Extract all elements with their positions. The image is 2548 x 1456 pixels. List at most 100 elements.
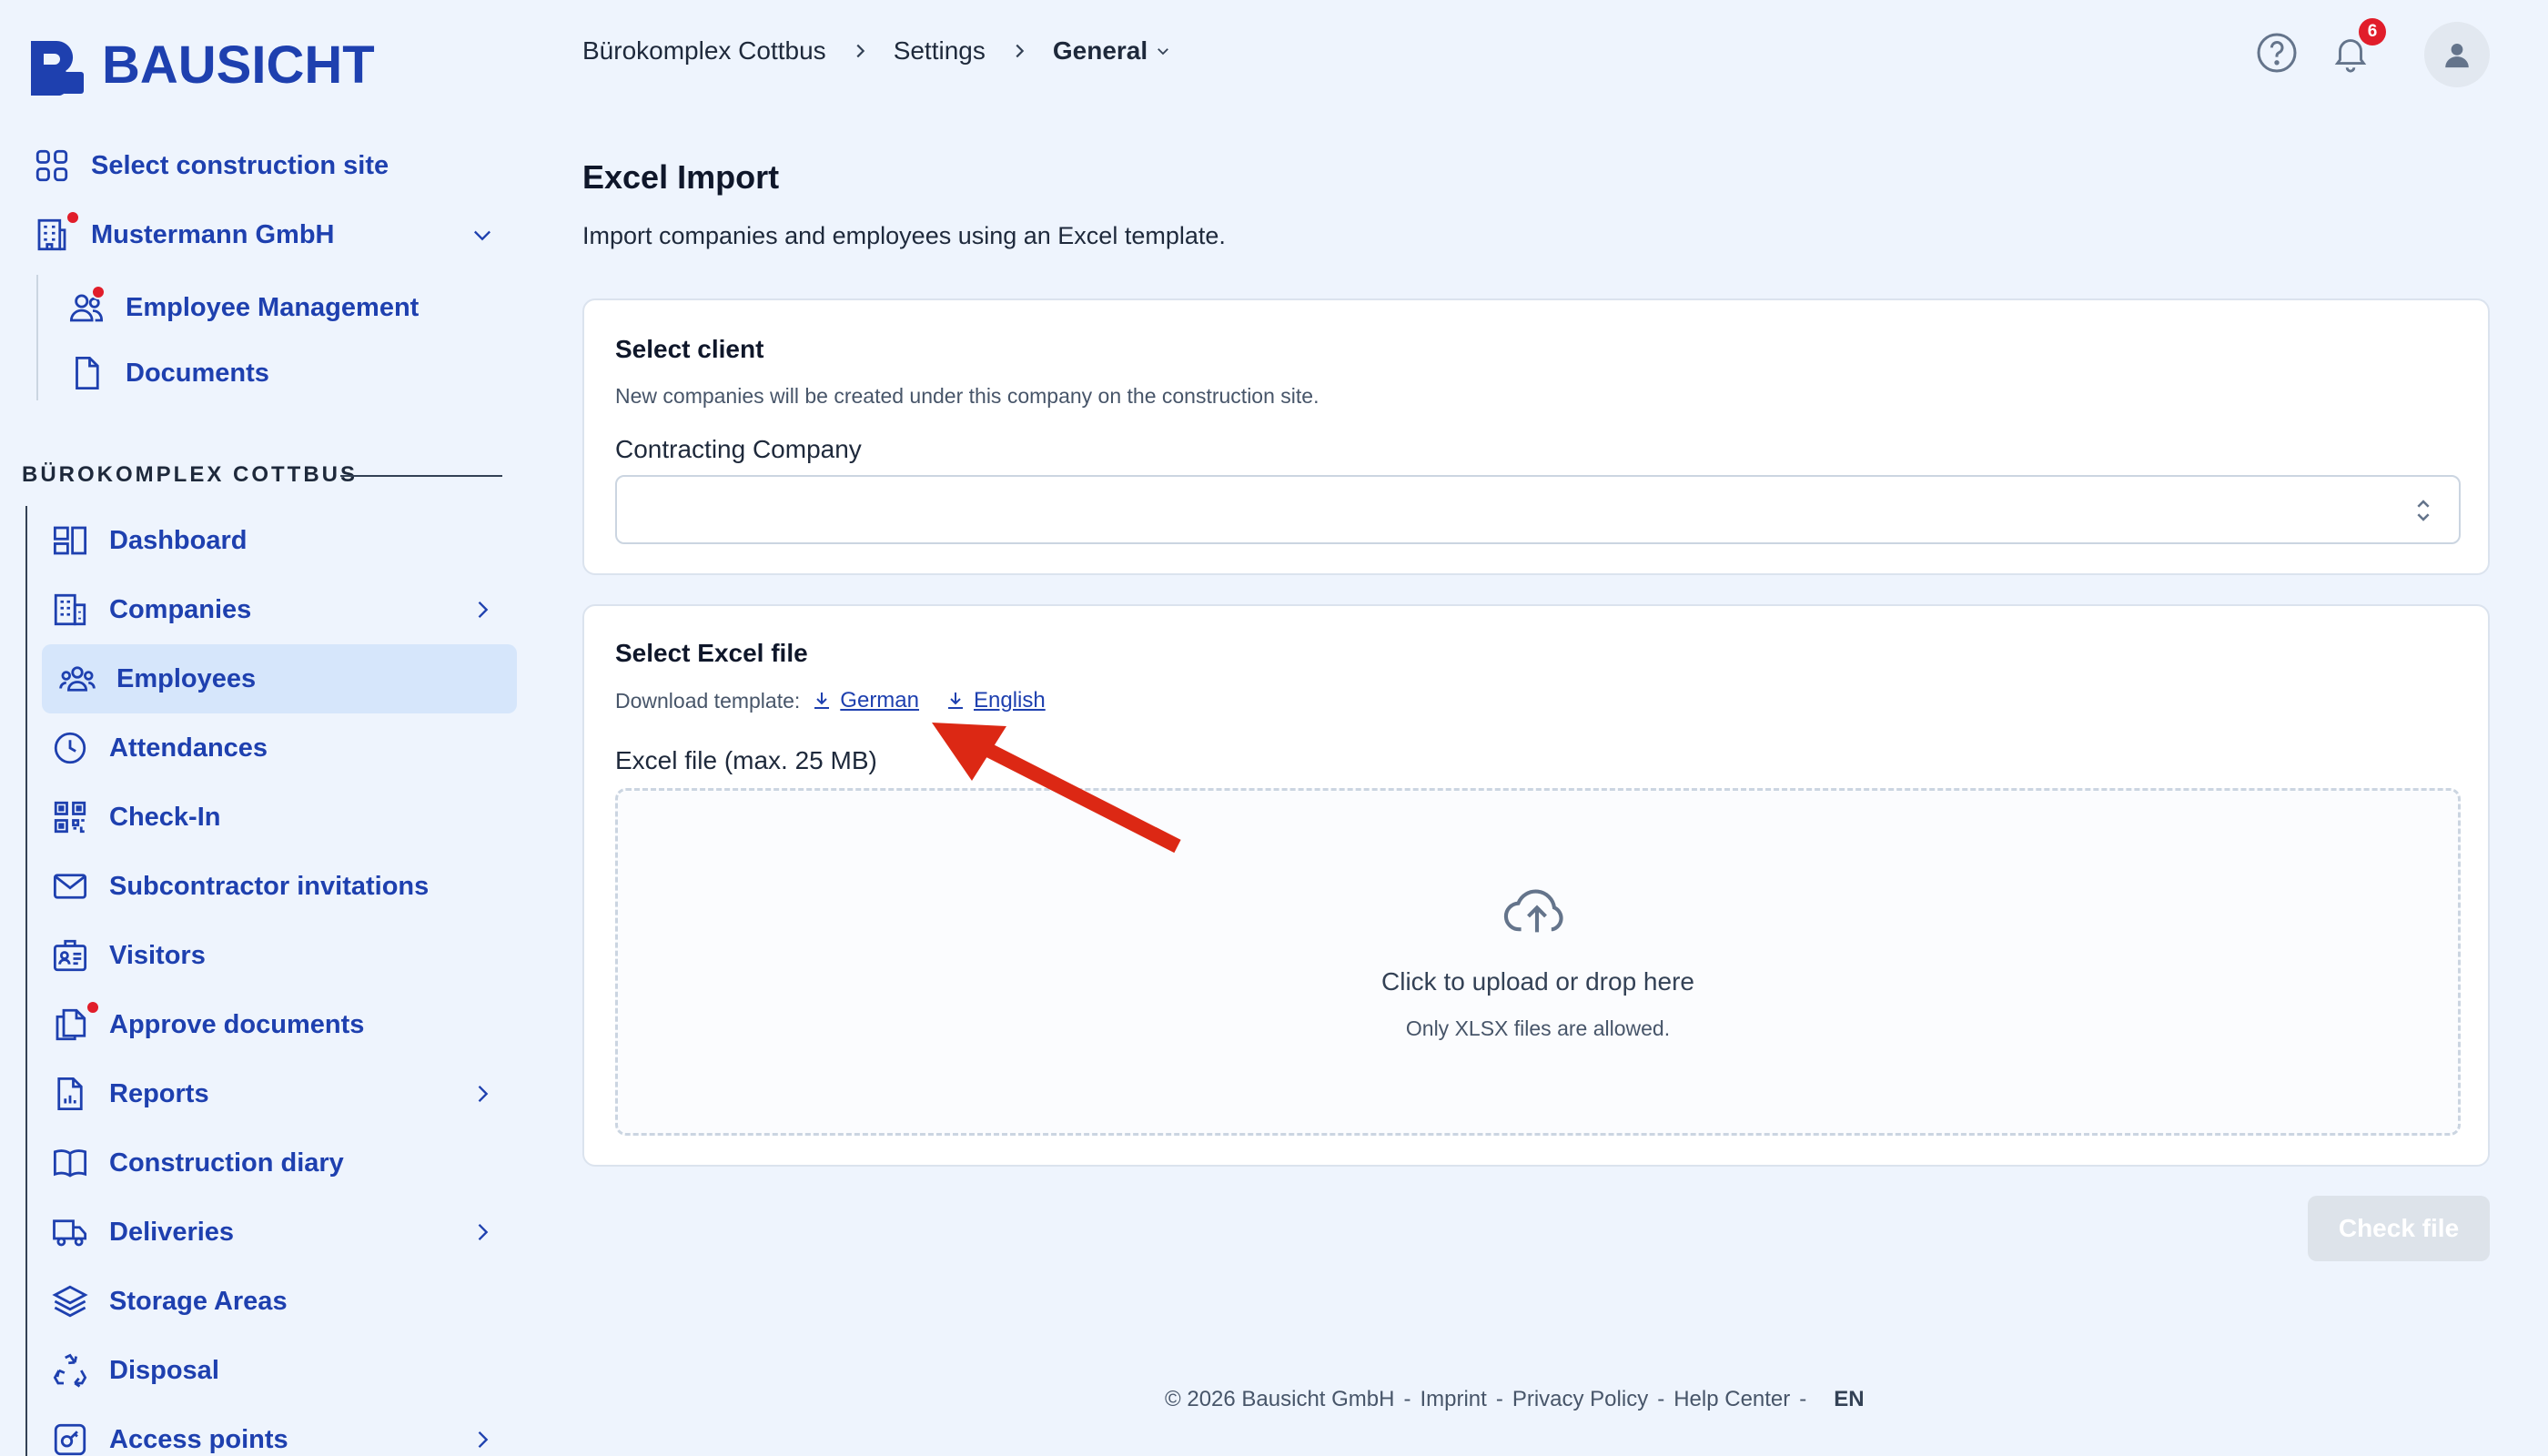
id-badge-icon	[51, 936, 89, 975]
sidebar-item-documents[interactable]: Documents	[67, 354, 269, 392]
sidebar-item-label: Deliveries	[109, 1217, 235, 1247]
footer-privacy-link[interactable]: Privacy Policy	[1512, 1387, 1648, 1412]
sidebar-item-construction-diary[interactable]: Construction diary	[51, 1144, 344, 1182]
site-section-title: BÜROKOMPLEX COTTBUS	[22, 462, 358, 487]
dropzone-title: Click to upload or drop here	[1381, 967, 1694, 996]
document-icon	[67, 354, 106, 392]
chevron-right-icon	[478, 602, 489, 618]
footer-separator: -	[1657, 1387, 1665, 1411]
contracting-company-label: Contracting Company	[615, 435, 862, 463]
check-file-button[interactable]: Check file	[2308, 1196, 2490, 1261]
sidebar-item-disposal[interactable]: Disposal	[51, 1351, 219, 1390]
chevron-right-icon	[1016, 44, 1025, 58]
sidebar-item-employees[interactable]: Employees	[58, 660, 256, 698]
qr-code-icon	[51, 798, 89, 836]
sidebar-item-label: Construction diary	[109, 1148, 344, 1178]
company-name: Mustermann GmbH	[91, 219, 335, 249]
sidebar-item-attendances[interactable]: Attendances	[51, 729, 268, 767]
sidebar-item-storage-areas[interactable]: Storage Areas	[51, 1282, 288, 1320]
layers-icon	[51, 1282, 89, 1320]
select-client-title: Select client	[615, 335, 764, 363]
help-button[interactable]	[2255, 31, 2299, 75]
sidebar-item-reports[interactable]: Reports	[51, 1075, 495, 1113]
breadcrumb-current-dropdown[interactable]: General	[1053, 36, 1171, 66]
footer-help-link[interactable]: Help Center	[1673, 1387, 1790, 1412]
sidebar-item-label: Attendances	[109, 733, 268, 763]
sidebar-item-label: Access points	[109, 1424, 288, 1454]
chevron-down-icon	[474, 230, 490, 241]
download-german-template-link[interactable]: German	[811, 688, 919, 713]
footer-copyright: © 2026 Bausicht GmbH	[1165, 1387, 1395, 1411]
sidebar-item-check-in[interactable]: Check-In	[51, 798, 220, 836]
sidebar-item-label: Reports	[109, 1078, 209, 1108]
select-caret-icon	[2417, 500, 2430, 521]
sidebar-item-approve-documents[interactable]: Approve documents	[51, 1000, 364, 1044]
user-icon	[2445, 43, 2469, 68]
documents-copy-icon	[51, 1000, 100, 1044]
notification-count-badge: 6	[2359, 18, 2386, 46]
select-site-label: Select construction site	[91, 150, 389, 180]
sidebar-item-label: Employees	[116, 663, 257, 693]
sidebar-item-employee-management[interactable]: Employee Management	[67, 285, 420, 327]
select-file-title: Select Excel file	[615, 639, 808, 667]
company-tree-line	[36, 275, 38, 400]
grid-icon	[33, 147, 71, 185]
footer-separator: -	[1495, 1387, 1503, 1411]
dashboard-icon	[51, 521, 89, 560]
users-icon	[67, 285, 106, 327]
sidebar-item-deliveries[interactable]: Deliveries	[51, 1213, 495, 1251]
breadcrumb-site[interactable]: Bürokomplex Cottbus	[582, 36, 826, 66]
sidebar-item-label: Disposal	[109, 1355, 219, 1385]
excel-file-label: Excel file (max. 25 MB)	[615, 746, 877, 774]
clock-icon	[51, 729, 89, 767]
annotation-arrow-icon	[932, 723, 1181, 854]
recycle-icon	[51, 1351, 89, 1390]
site-tree-line	[25, 506, 27, 1456]
select-client-note: New companies will be created under this…	[615, 384, 1320, 408]
sidebar-item-visitors[interactable]: Visitors	[51, 936, 206, 975]
sidebar-item-label: Dashboard	[109, 525, 248, 555]
sidebar-item-access-points[interactable]: Access points	[51, 1421, 495, 1456]
chevron-right-icon	[856, 44, 864, 58]
bausicht-logo-icon	[31, 40, 84, 96]
chevron-right-icon	[478, 1086, 489, 1102]
chevron-right-icon	[478, 1431, 489, 1448]
report-chart-icon	[51, 1075, 89, 1113]
select-site-link[interactable]: Select construction site	[33, 147, 389, 185]
language-switcher[interactable]: EN	[1834, 1387, 1864, 1412]
sidebar-item-companies[interactable]: Companies	[51, 591, 495, 629]
open-book-icon	[51, 1144, 89, 1182]
sidebar: BAUSICHT Select construction site Muster…	[0, 0, 528, 1456]
sidebar-item-label: Companies	[109, 594, 252, 624]
sidebar-item-dashboard[interactable]: Dashboard	[51, 521, 247, 560]
german-link-label: German	[840, 688, 919, 713]
download-icon	[814, 693, 830, 709]
footer-separator: -	[1799, 1387, 1807, 1411]
breadcrumb-settings[interactable]: Settings	[894, 36, 986, 66]
footer: © 2026 Bausicht GmbH - Imprint - Privacy…	[1165, 1387, 1865, 1412]
employee-mgmt-alert-dot	[91, 285, 106, 299]
page-subtitle: Import companies and employees using an …	[582, 222, 1226, 249]
brand-logo[interactable]: BAUSICHT	[27, 35, 375, 96]
access-key-icon	[51, 1421, 89, 1456]
user-avatar[interactable]	[2424, 22, 2490, 87]
chevron-down-icon	[1158, 48, 1169, 56]
footer-imprint-link[interactable]: Imprint	[1420, 1387, 1486, 1412]
download-template-label: Download template:	[615, 688, 801, 713]
download-icon	[948, 693, 963, 709]
page-title: Excel Import	[582, 158, 780, 196]
breadcrumb: Bürokomplex Cottbus Settings General	[582, 36, 1171, 66]
cloud-upload-icon	[1503, 889, 1563, 933]
people-group-icon	[58, 660, 96, 698]
breadcrumb-current-label: General	[1052, 36, 1148, 65]
contracting-company-select[interactable]	[615, 475, 2461, 544]
envelope-icon	[51, 867, 89, 905]
sidebar-item-subcontractor-invitations[interactable]: Subcontractor invitations	[51, 867, 429, 905]
sidebar-item-label: Subcontractor invitations	[109, 871, 430, 901]
company-alert-dot	[66, 210, 80, 225]
company-toggle[interactable]: Mustermann GmbH	[33, 210, 495, 254]
brand-name: BAUSICHT	[102, 35, 375, 95]
sidebar-item-label: Employee Management	[126, 292, 420, 322]
file-dropzone[interactable]: Click to upload or drop here Only XLSX f…	[615, 788, 2461, 1136]
building-icon	[33, 210, 80, 254]
